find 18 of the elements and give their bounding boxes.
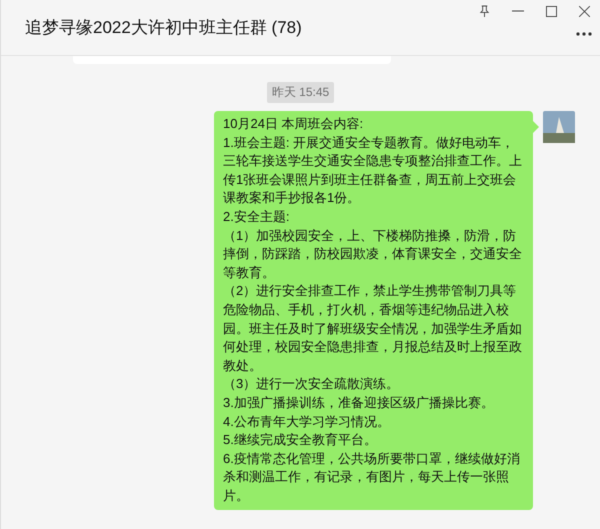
message-text: （2）进行安全排查工作，禁止学生携带管制刀具等危险物品、手机，打火机，香烟等违纪物品进入校园。班主任及时了解班级安全情况，加强学生矛盾如何处理，校园安全隐患排查，月报总结及时上报至政教处。: [223, 282, 523, 375]
message-text: 6.疫情常态化管理，公共场所要带口罩，继续做好消杀和测温工作，有记录，有图片，每天上传一张照片。: [223, 450, 521, 505]
message-text: 4.公布青年大学习学习情况。: [223, 412, 391, 430]
close-icon[interactable]: [579, 6, 590, 16]
message-text: （1）加强校园安全，上、下楼梯防推搡，防滑，防摔倒，防踩踏，防校园欺凌，体育课安全，交通安全等教育。: [223, 226, 523, 282]
maximize-icon[interactable]: [546, 6, 557, 16]
minimize-icon[interactable]: [512, 10, 524, 12]
timestamp: 昨天 15:45: [266, 82, 334, 103]
more-icon[interactable]: [576, 32, 592, 36]
photo-placeholder[interactable]: [543, 111, 575, 143]
message-text: 2.安全主题:: [223, 208, 290, 226]
message-text: 5.继续完成安全教育平台。: [223, 431, 378, 450]
message-text: 1.班会主题: 开展交通安全专题教育。做好电动车，三轮车接送学生交通安全隐患专项整治排查工作。上传1张班会课照片到班主任群备查，周五前上交班会课教案和手抄报各1份。: [223, 134, 523, 208]
message-text: 3.加强广播操训练，准备迎接区级广播操比赛。: [223, 394, 495, 412]
window-title: 追梦寻缘2022大许初中班主任群 (78): [25, 17, 302, 39]
message-text: （3）进行一次安全疏散演练。: [223, 375, 400, 394]
pin-icon[interactable]: [479, 4, 490, 18]
message-text: 10月24日 本周班会内容:: [223, 115, 364, 133]
